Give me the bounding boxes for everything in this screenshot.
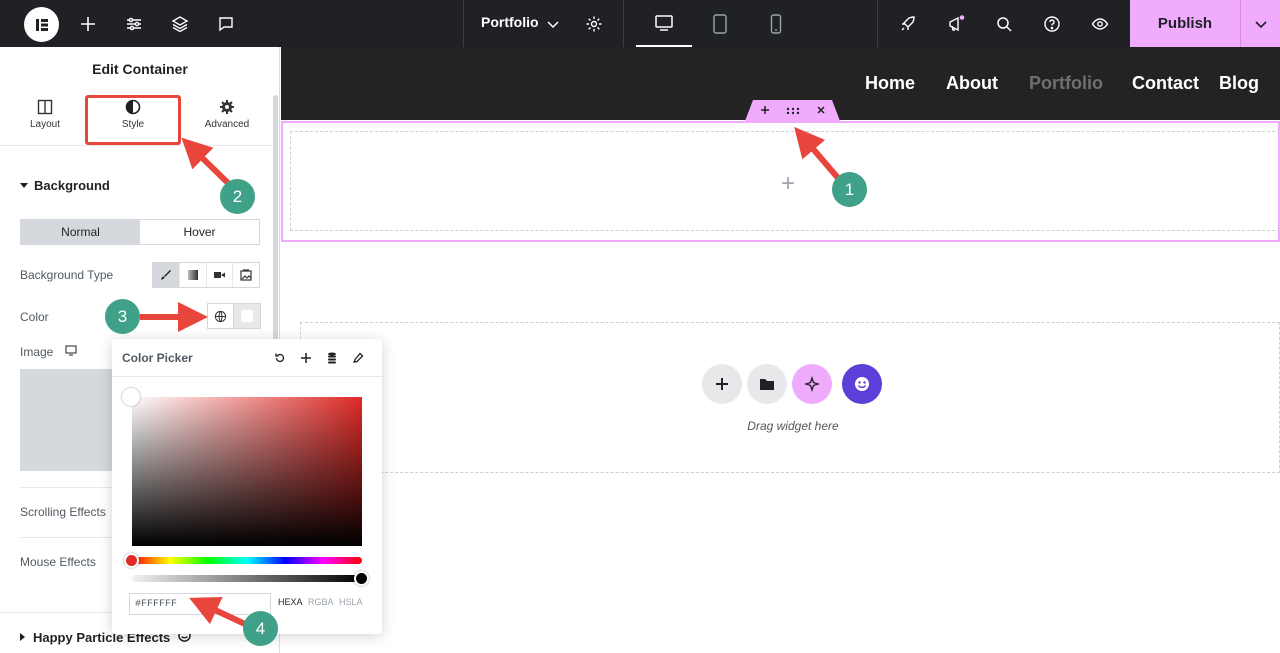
gear-icon [182,99,272,115]
state-switcher: Normal Hover [20,219,260,245]
step-badge-2: 2 [220,179,255,214]
tab-layout[interactable]: Layout [0,99,90,130]
saturation-knob[interactable] [122,388,140,406]
style-tab-highlight [85,95,181,145]
saturation-value-area[interactable] [132,397,362,546]
format-hsla[interactable]: HSLA [339,597,363,607]
divider [877,0,878,47]
site-settings-icon[interactable] [121,11,147,37]
panel-title: Edit Container [92,61,188,77]
notes-comment-icon[interactable] [213,11,239,37]
ai-sparkle-icon[interactable] [792,364,832,404]
reset-icon[interactable] [269,347,291,369]
image-row: Image [20,345,77,359]
add-plus-icon[interactable]: + [781,170,795,198]
divider [463,0,464,47]
alpha-slider[interactable] [132,575,362,582]
drag-widget-hint: Drag widget here [747,419,839,433]
color-swatch [241,310,253,322]
caret-down-icon [20,183,28,188]
color-label: Color [20,310,49,324]
chevron-down-icon[interactable] [540,11,566,37]
step-badge-1: 1 [832,172,867,207]
gradient-icon[interactable] [180,263,207,287]
preview-eye-icon[interactable] [1087,11,1113,37]
tablet-view-icon[interactable] [692,0,748,47]
global-colors-globe-icon[interactable] [208,304,234,328]
divider [0,145,273,146]
eyedropper-icon[interactable] [347,347,369,369]
scrolling-effects-label: Scrolling Effects [20,505,106,519]
color-picker-tools [269,347,369,369]
widget-drop-area[interactable] [300,322,1280,473]
add-element-icon[interactable] [75,11,101,37]
classic-brush-icon[interactable] [153,263,180,287]
slideshow-icon[interactable] [233,263,259,287]
tab-label: Layout [29,119,61,130]
panel-scrollbar[interactable] [273,95,278,355]
hue-slider-knob[interactable] [124,553,139,568]
background-section-toggle[interactable]: Background [20,178,110,193]
nav-link-portfolio[interactable]: Portfolio [1029,73,1103,94]
color-picker-header: Color Picker [112,339,382,377]
color-swatch-button[interactable] [234,304,260,328]
nav-link-blog[interactable]: Blog [1219,73,1259,94]
image-label: Image [20,345,54,359]
publish-button[interactable]: Publish [1130,0,1240,47]
format-rgba[interactable]: RGBA [308,597,334,607]
template-library-folder-icon[interactable] [747,364,787,404]
tab-normal[interactable]: Normal [21,220,140,244]
page-title[interactable]: Portfolio [481,14,539,30]
mobile-view-icon[interactable] [748,0,804,47]
format-hexa[interactable]: HEXA [278,597,303,607]
top-bar: Portfolio Publish [0,0,1280,47]
drag-handle-icon[interactable] [786,102,800,120]
tab-label: Advanced [204,119,250,130]
step-badge-4: 4 [243,611,278,646]
global-colors-database-icon[interactable] [321,347,343,369]
nav-link-home[interactable]: Home [865,73,915,94]
publish-options-chevron-icon[interactable] [1240,0,1280,47]
section-title: Background [34,178,110,193]
nav-link-contact[interactable]: Contact [1132,73,1199,94]
tab-hover[interactable]: Hover [140,220,259,244]
rocket-icon[interactable] [895,11,921,37]
page-settings-gear-icon[interactable] [581,11,607,37]
add-color-plus-icon[interactable] [295,347,317,369]
desktop-responsive-icon[interactable] [65,345,77,359]
mouse-effects-label: Mouse Effects [20,555,96,569]
structure-layers-icon[interactable] [167,11,193,37]
desktop-view-icon[interactable] [636,0,692,47]
background-type-label: Background Type [20,268,114,282]
hue-slider[interactable] [132,557,362,564]
hex-value-input[interactable]: #FFFFFF [129,593,271,615]
nav-link-about[interactable]: About [946,73,998,94]
container-handle [745,100,840,121]
color-picker-title: Color Picker [122,351,193,365]
color-control [207,303,261,329]
happy-addons-templates-icon[interactable] [842,364,882,404]
alpha-slider-knob[interactable] [354,571,369,586]
video-camera-icon[interactable] [207,263,234,287]
caret-right-icon [20,633,25,641]
tab-advanced[interactable]: Advanced [182,99,272,130]
divider [623,0,624,47]
elementor-logo-icon[interactable] [24,7,59,42]
step-badge-3: 3 [105,299,140,334]
color-picker-popover: Color Picker #FFFFFF HEXA RGBA HSLA [112,339,382,634]
add-section-plus-icon[interactable] [702,364,742,404]
search-icon[interactable] [991,11,1017,37]
add-container-icon[interactable] [760,102,770,120]
layout-icon [0,99,90,115]
whats-new-megaphone-icon[interactable] [943,11,969,37]
background-type-control [152,262,260,288]
delete-container-close-icon[interactable] [816,102,826,120]
help-icon[interactable] [1039,11,1065,37]
